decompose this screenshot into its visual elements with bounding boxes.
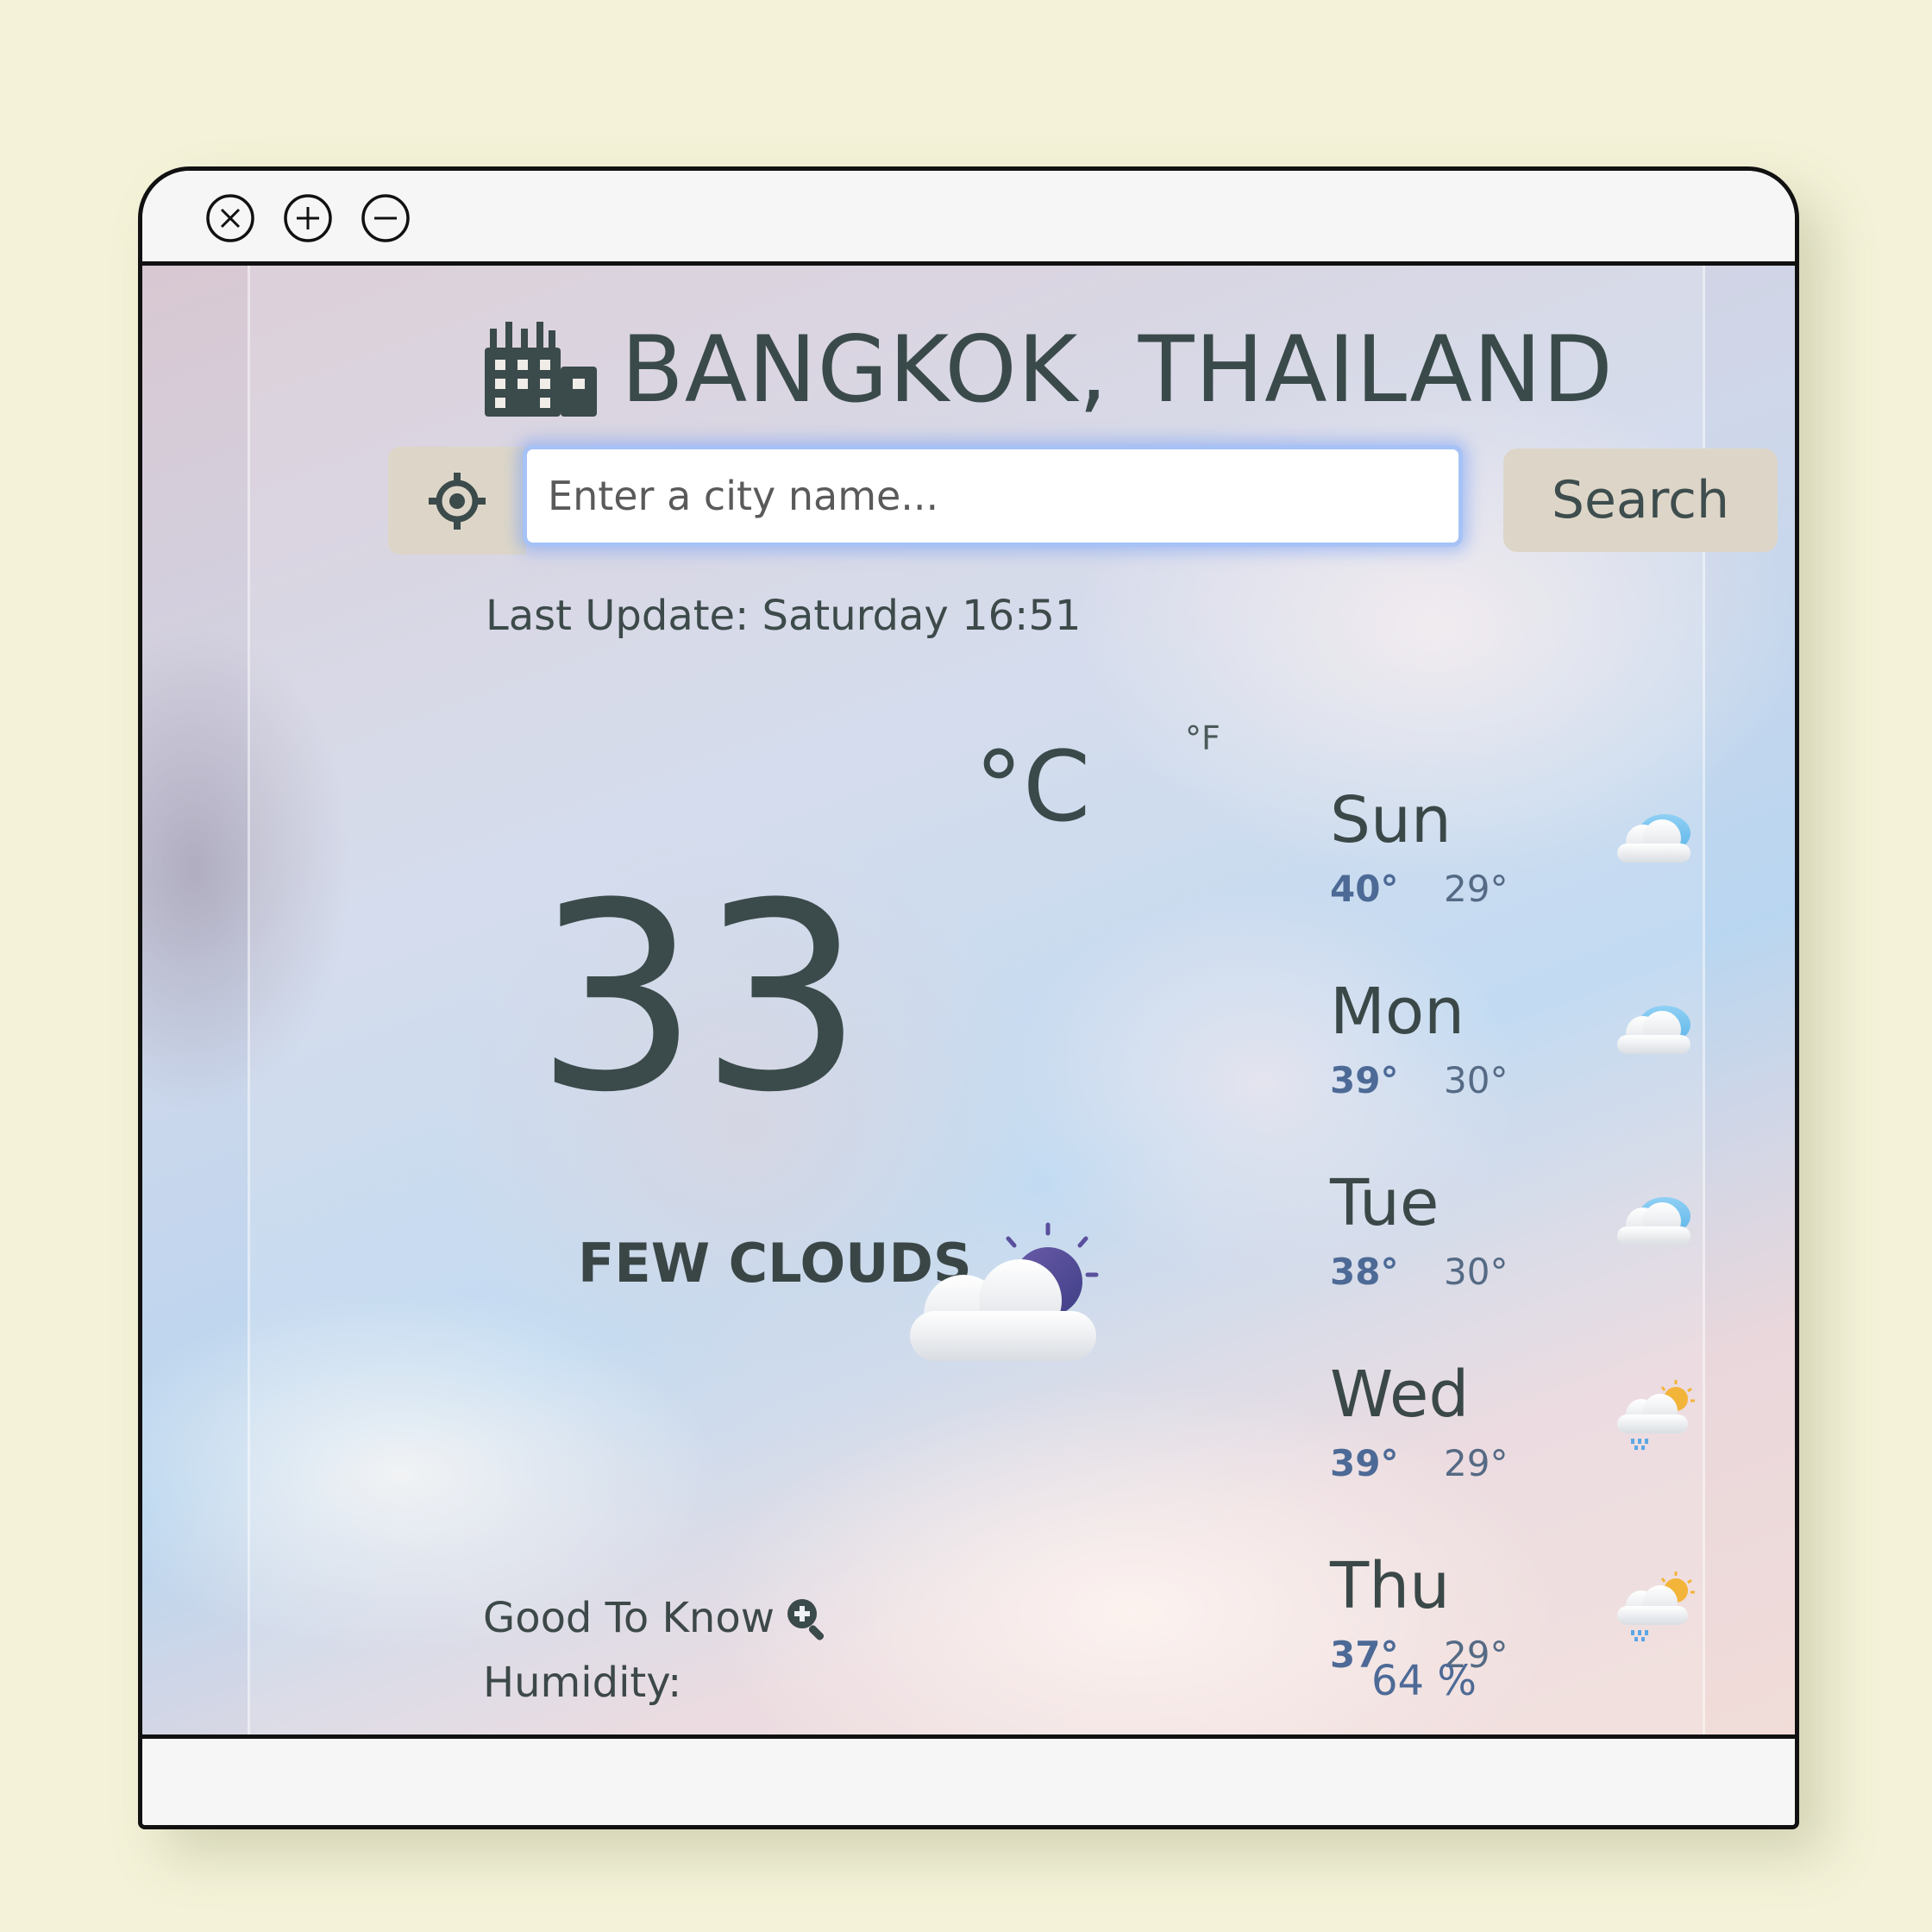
maximize-icon[interactable] [283, 193, 333, 243]
forecast-low: 30° [1444, 1251, 1509, 1293]
window-statusbar [142, 1734, 1795, 1825]
city-buildings-icon [485, 322, 597, 417]
cloud-icon [1609, 1183, 1703, 1261]
sun-rain-cloud-icon [1609, 1375, 1703, 1452]
city-name: BANGKOK, THAILAND [621, 316, 1614, 423]
forecast-day-name: Wed [1330, 1358, 1470, 1432]
city-header: BANGKOK, THAILAND [481, 309, 1614, 430]
app-window: BANGKOK, THAILAND Search Last Update: Sa… [138, 166, 1799, 1829]
locate-button[interactable] [388, 447, 526, 555]
search-button[interactable]: Search [1503, 448, 1778, 552]
window-titlebar [142, 171, 1795, 266]
last-update-text: Last Update: Saturday 16:51 [486, 592, 1082, 640]
good-to-know-label: Good To Know [483, 1594, 775, 1642]
forecast-high: 38° [1330, 1251, 1399, 1293]
current-temperature: 33 [535, 848, 864, 1149]
cloud-icon [1609, 800, 1703, 878]
sun-rain-cloud-icon [1609, 1566, 1703, 1644]
forecast-day-name: Tue [1330, 1166, 1440, 1240]
crosshair-icon [429, 472, 486, 530]
forecast-high: 40° [1330, 868, 1399, 910]
forecast-low: 29° [1444, 868, 1509, 910]
close-icon[interactable] [205, 193, 255, 243]
forecast-day: Sun 40° 29° [1330, 783, 1692, 930]
forecast-day: Tue 38° 30° [1330, 1166, 1692, 1313]
cloud-icon [1609, 992, 1703, 1070]
city-search-input[interactable] [523, 445, 1463, 547]
weather-app-viewport: BANGKOK, THAILAND Search Last Update: Sa… [142, 266, 1795, 1739]
forecast-high: 39° [1330, 1442, 1399, 1484]
humidity-value: 64 % [1371, 1657, 1477, 1705]
humidity-label: Humidity: [483, 1659, 682, 1707]
forecast-day-name: Sun [1330, 783, 1452, 857]
zoom-in-icon[interactable] [783, 1595, 830, 1641]
forecast-day: Wed 39° 29° [1330, 1358, 1692, 1504]
forecast-day: Mon 39° 30° [1330, 975, 1692, 1121]
few-clouds-night-icon [910, 1222, 1099, 1361]
forecast-day-name: Thu [1330, 1549, 1451, 1623]
unit-celsius[interactable]: °C [975, 731, 1090, 844]
forecast-day-name: Mon [1330, 975, 1465, 1049]
minimize-icon[interactable] [361, 193, 411, 243]
unit-fahrenheit[interactable]: °F [1185, 719, 1220, 757]
good-to-know-heading: Good To Know [483, 1594, 830, 1642]
weather-panel: BANGKOK, THAILAND Search Last Update: Sa… [248, 266, 1778, 1739]
forecast-low: 30° [1444, 1059, 1509, 1101]
forecast-high: 39° [1330, 1059, 1399, 1101]
forecast-low: 29° [1444, 1442, 1509, 1484]
